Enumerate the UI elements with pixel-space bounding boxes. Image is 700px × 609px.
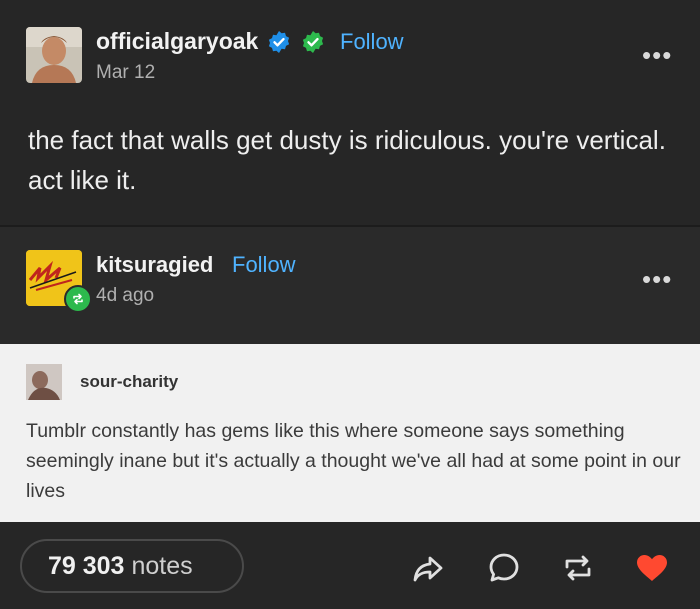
post-date[interactable]: Mar 12 bbox=[96, 62, 155, 84]
reblog-author[interactable]: kitsuragied bbox=[96, 252, 213, 278]
more-icon[interactable]: ••• bbox=[642, 264, 672, 295]
divider bbox=[0, 225, 700, 227]
verified-badge-icon bbox=[302, 31, 324, 53]
follow-button[interactable]: Follow bbox=[340, 29, 404, 55]
follow-button[interactable]: Follow bbox=[232, 252, 296, 278]
share-icon[interactable] bbox=[410, 550, 446, 586]
embedded-author: sour-charity bbox=[80, 372, 179, 391]
post-footer: 79 303 notes bbox=[0, 522, 700, 609]
embedded-screenshot: sour-charity Tumblr constantly has gems … bbox=[0, 344, 700, 522]
heart-icon[interactable] bbox=[634, 550, 670, 586]
reply-icon[interactable] bbox=[486, 550, 522, 586]
notes-button[interactable]: 79 303 notes bbox=[20, 539, 244, 593]
reblog-icon[interactable] bbox=[560, 550, 596, 586]
original-post: officialgaryoak Follow Mar 12 ••• the fa… bbox=[0, 0, 700, 225]
notes-count: 79 303 bbox=[48, 551, 125, 580]
reblog-time[interactable]: 4d ago bbox=[96, 285, 154, 307]
verified-badge-icon bbox=[268, 31, 290, 53]
post-text: the fact that walls get dusty is ridicul… bbox=[28, 125, 666, 195]
reblog-badge-icon bbox=[64, 285, 92, 313]
notes-label: notes bbox=[131, 551, 193, 580]
avatar bbox=[26, 364, 62, 400]
more-icon[interactable]: ••• bbox=[642, 40, 672, 71]
post-author[interactable]: officialgaryoak bbox=[96, 28, 258, 55]
embedded-text: Tumblr constantly has gems like this whe… bbox=[26, 420, 681, 502]
avatar[interactable] bbox=[26, 27, 82, 83]
